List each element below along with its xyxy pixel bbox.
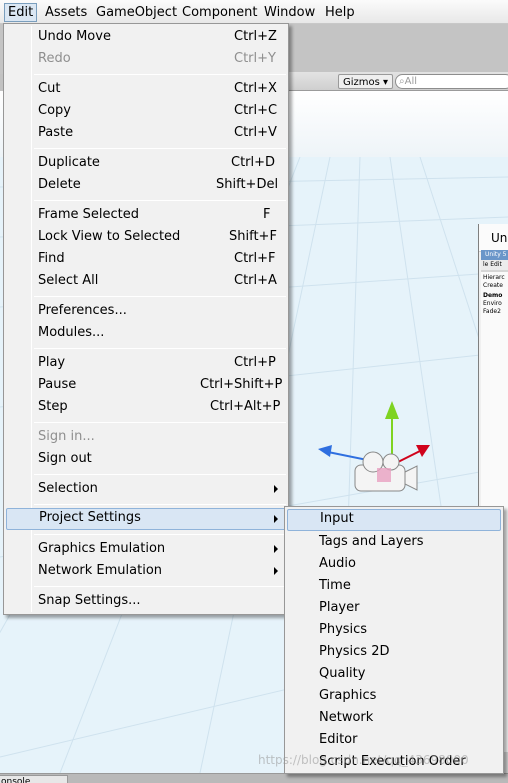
menu-separator [34,504,286,505]
menu-item-redo: Redo Ctrl+Y [38,51,276,66]
hierarchy-item-demo[interactable]: Demo [483,292,502,299]
menu-item-delete[interactable]: Delete Shift+Del [6,174,286,196]
menu-item-editor[interactable]: Editor [287,729,501,751]
hierarchy-tab[interactable]: Hierarc [483,274,505,281]
menu-item-cut[interactable]: Cut Ctrl+X [6,78,286,100]
hierarchy-item-environ[interactable]: Enviro [483,300,502,307]
menu-gameobject[interactable]: GameObject [92,3,181,22]
status-bar [0,773,508,783]
unity-inner-title: Unity 5 [481,250,508,260]
menu-item-step[interactable]: Step Ctrl+Alt+P [6,396,286,418]
menu-item-selection[interactable]: Selection [6,478,286,500]
menu-item-project-settings[interactable]: Project Settings [6,508,286,530]
tab-console[interactable]: onsole [0,775,68,783]
menu-bar: Edit Assets GameObject Component Window … [0,0,508,24]
menu-item-undo-move[interactable]: Undo Move Ctrl+Z [6,26,286,48]
unity-window-title: Unity [479,224,508,252]
transform-gizmo-icon[interactable] [310,395,440,505]
menu-help[interactable]: Help [321,3,359,22]
menu-item-find[interactable]: Find Ctrl+F [6,248,286,270]
edit-menu: Undo Move Ctrl+Z Redo Ctrl+Y Cut Ctrl+X Cop… [3,23,289,615]
menu-item-sign-out[interactable]: Sign out [6,448,286,470]
menu-edit[interactable]: Edit [4,3,38,22]
menu-item-paste[interactable]: Paste Ctrl+V [6,122,286,144]
menu-item-graphics[interactable]: Graphics [287,685,501,707]
watermark: https://blog.csdn.net/qq_43698000 [258,753,469,767]
menu-item-modules[interactable]: Modules... [6,322,286,344]
menu-item-physics-2d[interactable]: Physics 2D [287,641,501,663]
menu-assets[interactable]: Assets [41,3,91,22]
menu-item-graphics-emulation[interactable]: Graphics Emulation [6,538,286,560]
menu-item-tags-and-layers[interactable]: Tags and Layers [287,531,501,553]
menu-item-quality[interactable]: Quality [287,663,501,685]
menu-item-copy[interactable]: Copy Ctrl+C [6,100,286,122]
project-settings-submenu: Input Tags and Layers Audio Time Player … [284,506,504,774]
scene-view-toolbar: Gizmos ▾ ⌕All [288,72,508,91]
chevron-right-icon [274,567,278,575]
menu-item-select-all[interactable]: Select All Ctrl+A [6,270,286,292]
menu-item-network-emulation[interactable]: Network Emulation [6,560,286,582]
menu-separator [34,148,286,149]
menu-separator [34,74,286,75]
menu-item-preferences[interactable]: Preferences... [6,300,286,322]
menu-component[interactable]: Component [178,3,261,22]
menu-item-physics[interactable]: Physics [287,619,501,641]
menu-separator [34,586,286,587]
chevron-right-icon [274,545,278,553]
menu-item-duplicate[interactable]: Duplicate Ctrl+D [6,152,286,174]
menu-item-audio[interactable]: Audio [287,553,501,575]
menu-item-player[interactable]: Player [287,597,501,619]
menu-item-play[interactable]: Play Ctrl+P [6,352,286,374]
menu-item-input[interactable]: Input [287,509,501,531]
gizmos-dropdown[interactable]: Gizmos ▾ [338,74,394,89]
menu-item-snap-settings[interactable]: Snap Settings... [6,590,286,612]
menu-separator [34,296,286,297]
menu-item-sign-in: Sign in... [38,429,95,444]
menu-separator [34,534,286,535]
menu-item-time[interactable]: Time [287,575,501,597]
menu-window[interactable]: Window [260,3,319,22]
hierarchy-item-fade[interactable]: Fade2 [483,308,501,315]
menu-separator [34,200,286,201]
menu-item-lock-view[interactable]: Lock View to Selected Shift+F [6,226,286,248]
chevron-right-icon [274,485,278,493]
search-placeholder: All [404,76,418,87]
menu-item-frame-selected[interactable]: Frame Selected F [6,204,286,226]
menu-separator [34,474,286,475]
menu-separator [34,422,286,423]
menu-item-pause[interactable]: Pause Ctrl+Shift+P [6,374,286,396]
scene-search-input[interactable]: ⌕All [395,74,508,89]
create-button[interactable]: Create [483,282,503,289]
menu-item-network[interactable]: Network [287,707,501,729]
unity-inner-menubar: le Edit [481,260,508,270]
menu-separator [34,348,286,349]
chevron-right-icon [274,515,278,523]
